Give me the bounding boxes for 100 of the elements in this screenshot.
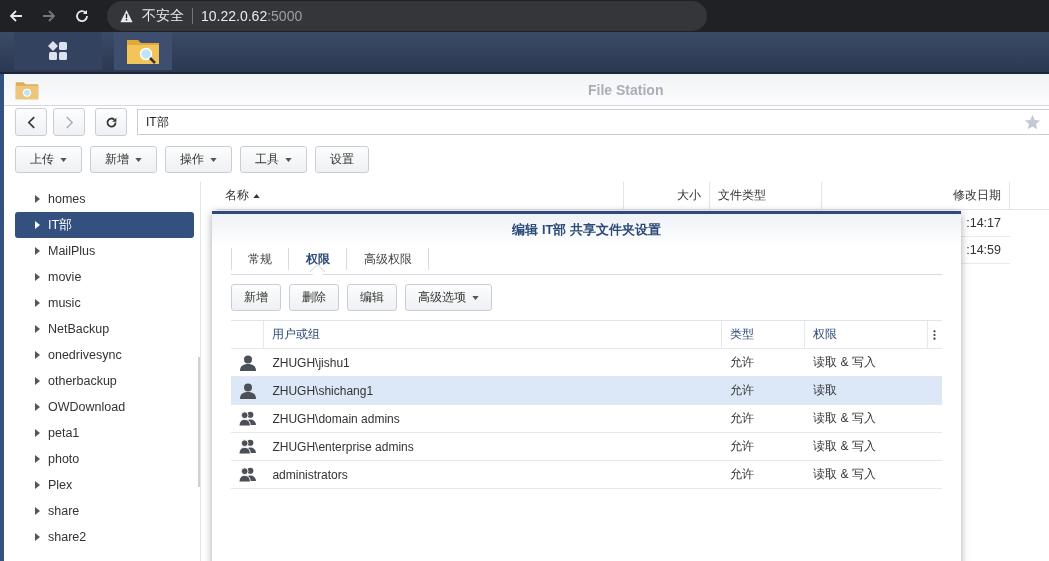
caret-icon (210, 157, 217, 162)
folder-search-icon (15, 79, 39, 100)
expand-arrow-icon (35, 377, 40, 385)
folder-tree-item[interactable]: otherbackup (15, 368, 194, 394)
expand-arrow-icon (35, 507, 40, 515)
column-header[interactable]: 修改日期 (822, 182, 1010, 209)
folder-tree-item[interactable]: Plex (15, 472, 194, 498)
permission-row[interactable]: ZHUGH\domain admins 允许 读取 & 写入 (231, 405, 942, 433)
folder-tree-item[interactable]: MailPlus (15, 238, 194, 264)
column-header[interactable]: 名称 (217, 182, 624, 209)
table-cell: 读取 & 写入 (813, 439, 876, 453)
expand-arrow-icon (35, 325, 40, 333)
tab[interactable]: 高级权限 (347, 248, 429, 270)
column-header[interactable]: 权限 (805, 321, 928, 348)
caret-icon (472, 295, 479, 300)
url-text: 10.22.0.62:5000 (201, 8, 303, 24)
table-cell: 允许 (729, 467, 754, 481)
sort-arrow-icon (253, 193, 260, 198)
table-cell: 允许 (729, 411, 754, 425)
expand-arrow-icon (35, 533, 40, 541)
toolbar-button[interactable]: 操作 (165, 146, 232, 173)
more-icon[interactable] (933, 329, 937, 340)
expand-arrow-icon (35, 273, 40, 281)
action-button[interactable]: 新增 (231, 284, 281, 311)
toolbar-button[interactable]: 上传 (15, 146, 82, 173)
toolbar-button[interactable]: 新增 (90, 146, 157, 173)
folder-tree-item[interactable]: movie (15, 264, 194, 290)
chevron-left-icon (26, 115, 36, 129)
table-cell: ZHUGH\shichang1 (272, 383, 374, 398)
folder-tree-item[interactable]: share2 (15, 524, 194, 550)
expand-arrow-icon (35, 221, 40, 229)
action-button[interactable]: 删除 (289, 284, 339, 311)
address-bar[interactable]: 不安全 10.22.0.62:5000 (107, 1, 707, 31)
folder-tree-item[interactable]: onedrivesync (15, 342, 194, 368)
column-header[interactable]: 类型 (721, 321, 806, 348)
refresh-button[interactable] (95, 108, 127, 136)
table-cell: administrators (272, 467, 348, 482)
folder-tree-item[interactable]: photo (15, 446, 194, 472)
table-cell: 读取 & 写入 (813, 411, 876, 425)
folder-tree-item[interactable]: music (15, 290, 194, 316)
back-button[interactable] (15, 108, 47, 136)
user-icon (239, 354, 256, 371)
dialog-title: 编辑 IT部 共享文件夹设置 (212, 214, 961, 246)
table-cell: ZHUGH\jishu1 (272, 355, 350, 370)
toolbar-button[interactable]: 工具 (240, 146, 307, 173)
user-icon (239, 382, 256, 399)
table-cell: :14:59 (966, 243, 1001, 257)
caret-icon (285, 157, 292, 162)
group-icon (239, 439, 257, 454)
folder-search-icon (126, 37, 160, 65)
warning-icon (119, 9, 134, 23)
table-cell: 允许 (729, 383, 754, 397)
caret-icon (60, 157, 67, 162)
file-station-button[interactable] (114, 32, 172, 70)
group-icon (239, 411, 257, 426)
toolbar-button[interactable]: 设置 (315, 146, 369, 173)
table-cell: 读取 & 写入 (813, 355, 876, 369)
table-cell: 允许 (729, 439, 754, 453)
refresh-icon (104, 115, 118, 129)
table-cell: ZHUGH\domain admins (272, 411, 400, 426)
apps-icon (48, 41, 68, 61)
tab[interactable]: 常规 (231, 248, 289, 270)
security-label: 不安全 (142, 7, 184, 25)
folder-tree-item[interactable]: IT部 (15, 212, 194, 238)
folder-tree-item[interactable]: peta1 (15, 420, 194, 446)
main-menu-button[interactable] (14, 32, 102, 70)
column-header[interactable]: 文件类型 (710, 182, 822, 209)
expand-arrow-icon (35, 299, 40, 307)
tab[interactable]: 权限 (289, 248, 347, 270)
back-icon[interactable] (8, 8, 24, 24)
table-cell: 允许 (729, 355, 754, 369)
folder-tree-item[interactable]: NetBackup (15, 316, 194, 342)
expand-arrow-icon (35, 455, 40, 463)
table-cell: 读取 (813, 383, 838, 397)
window-title: File Station (588, 81, 664, 98)
expand-arrow-icon (35, 195, 40, 203)
action-button[interactable]: 高级选项 (405, 284, 492, 311)
action-button[interactable]: 编辑 (347, 284, 397, 311)
permission-row[interactable]: ZHUGH\shichang1 允许 读取 (231, 377, 942, 405)
column-header[interactable]: 大小 (624, 182, 710, 209)
group-icon (239, 467, 257, 482)
folder-tree-item[interactable]: OWDownload (15, 394, 194, 420)
expand-arrow-icon (35, 351, 40, 359)
table-cell: ZHUGH\enterprise admins (272, 439, 414, 454)
expand-arrow-icon (35, 247, 40, 255)
star-icon[interactable] (1024, 113, 1041, 131)
expand-arrow-icon (35, 481, 40, 489)
permission-row[interactable]: ZHUGH\enterprise admins 允许 读取 & 写入 (231, 433, 942, 461)
path-field[interactable]: IT部 (137, 109, 1049, 135)
table-cell: 读取 & 写入 (813, 467, 876, 481)
caret-icon (135, 157, 142, 162)
reload-icon[interactable] (74, 8, 90, 24)
forward-icon[interactable] (41, 8, 57, 24)
folder-tree-item[interactable]: share (15, 498, 194, 524)
permission-row[interactable]: administrators 允许 读取 & 写入 (231, 461, 942, 489)
chevron-right-icon (64, 115, 74, 129)
folder-tree-item[interactable]: homes (15, 186, 194, 212)
column-header[interactable]: 用户或组 (264, 321, 722, 348)
table-cell: :14:17 (966, 216, 1001, 230)
expand-arrow-icon (35, 429, 40, 437)
